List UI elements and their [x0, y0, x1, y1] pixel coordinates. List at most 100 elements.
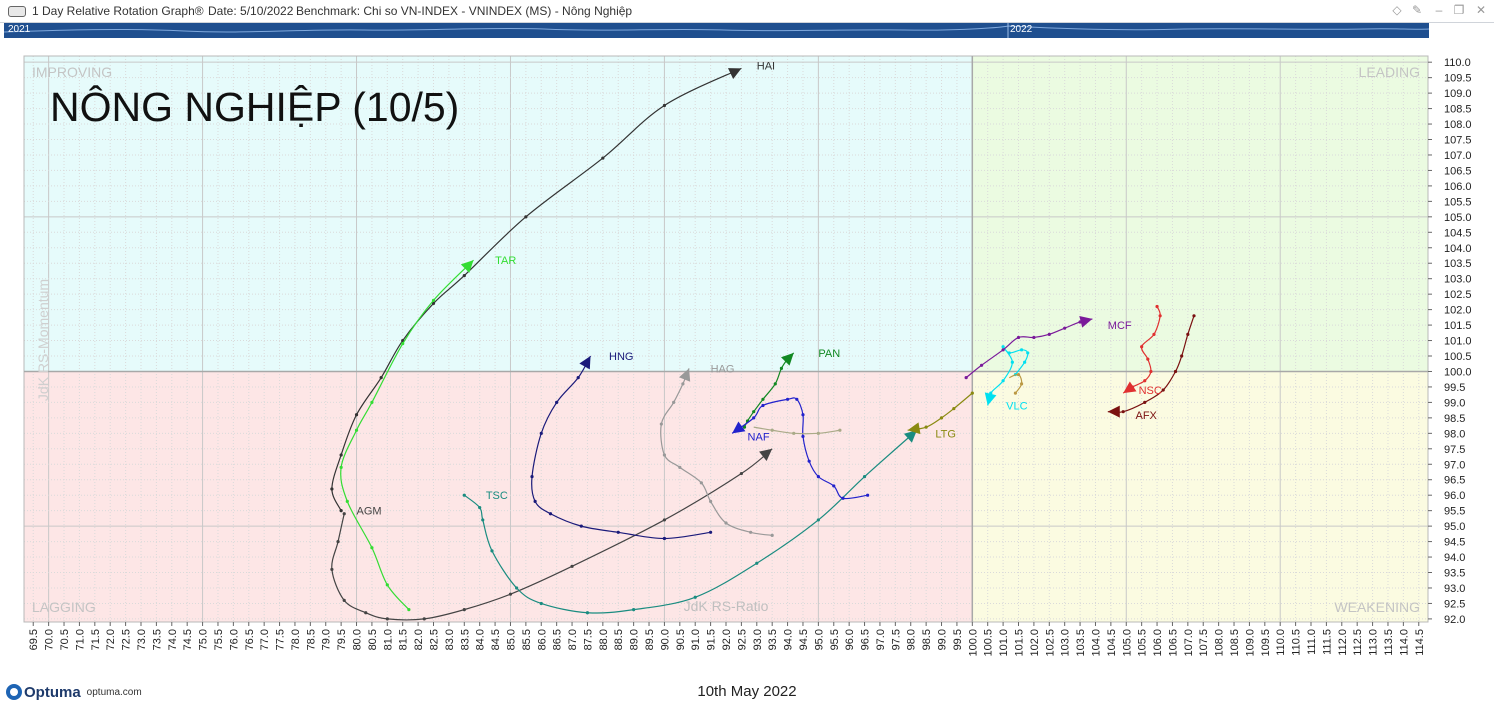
- tail-point-tsc: [585, 611, 590, 615]
- label-tar: TAR: [495, 255, 516, 267]
- x-tick-label: 85.0: [505, 629, 517, 650]
- tail-point-afx: [1173, 369, 1178, 374]
- tail-point-afx: [1192, 314, 1196, 318]
- tail-point-tsc: [755, 561, 759, 565]
- y-tick-label: 102.5: [1444, 289, 1472, 301]
- x-tick-label: 83.0: [444, 629, 456, 650]
- x-tick-label: 81.5: [398, 629, 410, 650]
- x-tick-label: 87.0: [567, 629, 579, 650]
- x-tick-label: 104.0: [1090, 629, 1102, 657]
- tail-point-hai: [330, 487, 334, 491]
- tail-point-ltg-tail: [1016, 372, 1021, 377]
- tail-point-nsc: [1149, 369, 1153, 374]
- tail-point-afx: [1186, 332, 1190, 336]
- x-tick-label: 77.5: [275, 629, 287, 650]
- tail-point-nsc: [1155, 304, 1159, 309]
- x-tick-label: 99.0: [937, 629, 949, 650]
- tail-point-hng: [548, 512, 553, 516]
- x-tick-label: 113.5: [1383, 629, 1395, 656]
- quadrant-weakening: [972, 371, 1428, 622]
- label-ltg: LTG: [935, 428, 956, 440]
- x-tick-label: 74.5: [182, 629, 194, 650]
- x-tick-label: 91.5: [706, 629, 718, 650]
- x-tick-label: 84.5: [490, 629, 502, 650]
- tail-point-nsc: [1152, 332, 1156, 336]
- tail-point-naf: [832, 484, 836, 488]
- x-tick-label: 95.0: [813, 629, 825, 650]
- x-tick-label: 82.0: [413, 629, 425, 650]
- tail-point-hng: [533, 499, 537, 503]
- tail-point-tar: [385, 583, 389, 587]
- tail-point-hag: [659, 422, 663, 426]
- y-tick-label: 101.5: [1444, 320, 1472, 332]
- tail-point-vlc: [1026, 351, 1030, 355]
- tail-point-hng: [576, 376, 580, 380]
- x-tick-label: 107.5: [1198, 629, 1210, 657]
- x-tick-label: 69.5: [28, 629, 40, 650]
- x-tick-label: 73.0: [136, 629, 148, 650]
- x-tick-label: 93.5: [767, 629, 779, 650]
- tail-point-hai: [339, 453, 343, 457]
- tail-point-ltg: [924, 425, 928, 429]
- tail-point-agm: [330, 567, 334, 572]
- x-tick-label: 84.0: [475, 629, 487, 650]
- y-tick-label: 93.5: [1444, 568, 1465, 580]
- tail-point-agm: [385, 617, 389, 621]
- tail-point-ltg-tail: [1019, 382, 1024, 386]
- quadrant-label-lagging: LAGGING: [32, 599, 96, 615]
- tail-point-hag: [709, 499, 713, 503]
- tail-point-tar: [431, 298, 436, 302]
- y-tick-label: 98.0: [1444, 428, 1465, 440]
- y-tick-label: 93.0: [1444, 583, 1465, 595]
- x-tick-label: 72.5: [121, 629, 133, 650]
- x-tick-label: 83.5: [459, 629, 471, 650]
- y-tick-label: 108.0: [1444, 119, 1472, 131]
- x-tick-label: 74.0: [167, 629, 179, 650]
- x-tick-label: 78.0: [290, 629, 302, 650]
- x-tick-label: 110.0: [1275, 629, 1287, 656]
- x-tick-label: 81.0: [382, 629, 394, 650]
- tail-point-agm: [364, 611, 368, 615]
- x-tick-label: 86.0: [536, 629, 548, 650]
- x-tick-label: 75.5: [213, 629, 225, 650]
- tail-point-pan: [752, 410, 756, 414]
- y-tick-label: 95.5: [1444, 506, 1465, 518]
- label-hai: HAI: [757, 60, 775, 72]
- tail-point-afx: [1143, 400, 1147, 405]
- y-tick-label: 102.0: [1444, 305, 1472, 317]
- x-tick-label: 96.5: [860, 629, 872, 650]
- y-tick-label: 107.5: [1444, 135, 1472, 147]
- tail-point-agm: [336, 539, 340, 544]
- tail-point-tsc: [515, 586, 519, 590]
- label-agm: AGM: [357, 506, 382, 518]
- x-tick-label: 90.0: [659, 629, 671, 650]
- tail-point-naf-tail: [838, 428, 842, 432]
- tail-point-naf: [801, 413, 805, 417]
- tail-point-hng: [662, 536, 667, 541]
- x-tick-label: 97.5: [890, 629, 902, 650]
- tail-point-naf: [752, 416, 756, 420]
- tail-point-tsc: [862, 475, 867, 479]
- tail-point-agm: [739, 471, 743, 476]
- x-tick-label: 95.5: [829, 629, 841, 650]
- x-tick-label: 77.0: [259, 629, 271, 650]
- x-tick-label: 106.0: [1152, 629, 1164, 657]
- y-tick-label: 101.0: [1444, 336, 1472, 348]
- x-tick-label: 103.5: [1075, 629, 1087, 657]
- tail-point-tar: [401, 342, 405, 346]
- y-tick-label: 99.5: [1444, 382, 1465, 394]
- y-tick-label: 96.5: [1444, 475, 1465, 487]
- tail-point-naf: [801, 434, 805, 439]
- tail-point-nsc: [1140, 345, 1144, 349]
- tail-point-mcf: [1063, 326, 1067, 330]
- tail-point-hng: [709, 530, 713, 534]
- tail-point-afx: [1121, 410, 1125, 414]
- x-tick-label: 89.0: [629, 629, 641, 650]
- x-tick-label: 94.0: [783, 629, 795, 650]
- x-tick-label: 78.5: [305, 629, 317, 650]
- tail-point-hai: [524, 215, 528, 219]
- chart-title: NÔNG NGHIỆP (10/5): [50, 84, 459, 130]
- x-tick-label: 82.5: [429, 629, 441, 650]
- x-tick-label: 112.5: [1352, 629, 1364, 656]
- tail-point-hng: [539, 431, 543, 435]
